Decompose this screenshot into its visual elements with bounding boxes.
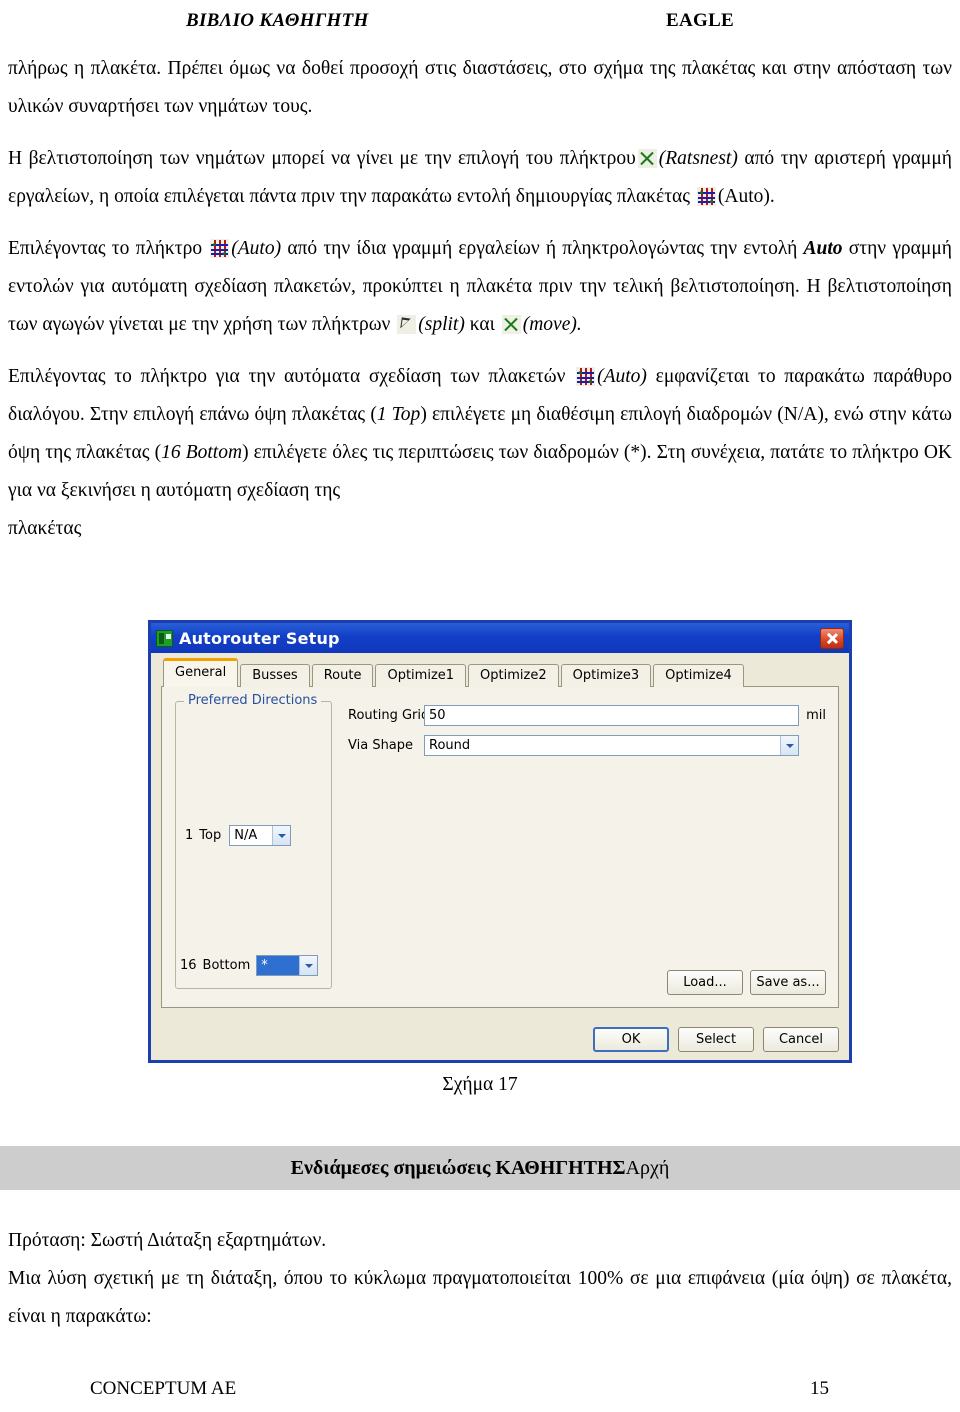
via-shape-select[interactable]: Round <box>424 735 800 756</box>
paragraph-4: Επιλέγοντας το πλήκτρο για την αυτόματα … <box>8 366 953 501</box>
close-icon[interactable] <box>820 627 844 649</box>
section-banner-strong: Ενδιάμεσες σημειώσεις ΚΑΘΗΓΗΤΗΣ <box>290 1156 626 1179</box>
layer-bottom-direction-select[interactable]: * <box>256 955 319 976</box>
section-banner: Ενδιάμεσες σημειώσεις ΚΑΘΗΓΗΤΗΣ Αρχή <box>0 1146 960 1190</box>
select-button[interactable]: Select <box>678 1027 754 1052</box>
save-as-button[interactable]: Save as... <box>750 970 826 995</box>
running-head: ΒΙΒΛΙΟ ΚΑΘΗΓΗΤΗ EAGLE <box>0 10 960 34</box>
page-footer: CONCEPTUM AE 15 <box>0 1378 960 1404</box>
layer-row-bottom: 16 Bottom * <box>180 955 319 976</box>
tab-optimize4[interactable]: Optimize4 <box>653 664 744 687</box>
general-fields: Routing Grid 50 mil Via Shape Round mil <box>348 705 826 765</box>
auto-icon <box>576 367 596 386</box>
paragraph-1: πλήρως η πλακέτα. Πρέπει όμως να δοθεί π… <box>8 58 952 117</box>
dialog-body: General Busses Route Optimize1 Optimize2… <box>151 653 849 1060</box>
move-icon <box>501 315 521 334</box>
section-banner-rest: Αρχή <box>625 1156 670 1179</box>
body-text: πλήρως η πλακέτα. Πρέπει όμως να δοθεί π… <box>8 50 952 548</box>
load-save-buttons: Load... Save as... <box>667 970 826 995</box>
figure-caption: Σχήμα 17 <box>442 1074 518 1095</box>
layer-bottom-value: * <box>257 956 300 975</box>
layer-number: 1 <box>185 828 194 843</box>
tail-paragraph-1: Πρόταση: Σωστή Διάταξη εξαρτημάτων. <box>8 1230 327 1251</box>
via-shape-value: Round <box>429 738 471 753</box>
via-shape-label: Via Shape <box>348 738 414 753</box>
chevron-down-icon[interactable] <box>780 736 799 755</box>
via-shape-row: Via Shape Round mil <box>348 735 826 756</box>
routing-grid-row: Routing Grid 50 mil <box>348 705 826 726</box>
tab-route[interactable]: Route <box>311 664 374 687</box>
layer-name: Bottom <box>202 958 251 973</box>
routing-grid-label: Routing Grid <box>348 708 430 723</box>
tab-optimize3[interactable]: Optimize3 <box>560 664 652 687</box>
dialog-action-buttons: OK Select Cancel <box>593 1027 839 1052</box>
tab-busses[interactable]: Busses <box>240 664 310 687</box>
cancel-button[interactable]: Cancel <box>763 1027 839 1052</box>
chevron-down-icon[interactable] <box>272 826 291 845</box>
routing-grid-unit: mil <box>806 708 826 723</box>
autorouter-icon <box>156 629 173 647</box>
tail-text: Πρόταση: Σωστή Διάταξη εξαρτημάτων. Μια … <box>8 1222 952 1336</box>
running-head-right: EAGLE <box>666 10 735 31</box>
preferred-directions-group: Preferred Directions 1 Top N/A 16 Bottom <box>175 693 332 989</box>
tail-paragraph-2: Μια λύση σχετική με τη διάταξη, όπου το … <box>8 1268 952 1327</box>
paragraph-3: Επιλέγοντας το πλήκτρο (Auto) από την ίδ… <box>8 238 952 335</box>
dialog-titlebar[interactable]: Autorouter Setup <box>151 623 849 653</box>
group-legend: Preferred Directions <box>184 693 322 708</box>
tab-panel-general: Preferred Directions 1 Top N/A 16 Bottom <box>161 686 839 1008</box>
ok-button[interactable]: OK <box>593 1027 669 1052</box>
auto-icon <box>210 239 230 258</box>
auto-icon <box>696 187 716 206</box>
layer-row-top: 1 Top N/A <box>185 825 292 846</box>
tab-optimize1[interactable]: Optimize1 <box>375 664 467 687</box>
layer-top-direction-select[interactable]: N/A <box>229 825 292 846</box>
chevron-down-icon[interactable] <box>299 956 318 975</box>
load-button[interactable]: Load... <box>667 970 743 995</box>
layer-name: Top <box>199 828 222 843</box>
autorouter-setup-dialog[interactable]: Autorouter Setup General Busses Route Op… <box>148 620 852 1063</box>
ratsnest-icon <box>637 149 657 168</box>
layer-number: 16 <box>180 958 197 973</box>
running-head-left: ΒΙΒΛΙΟ ΚΑΘΗΓΗΤΗ <box>186 10 369 31</box>
tab-optimize2[interactable]: Optimize2 <box>468 664 559 687</box>
tab-general[interactable]: General <box>163 658 239 687</box>
paragraph-2: Η βελτιστοποίηση των νημάτων μπορεί να γ… <box>8 148 952 207</box>
routing-grid-input[interactable]: 50 <box>424 705 800 726</box>
layer-top-value: N/A <box>234 828 258 843</box>
paragraph-4-tail: πλακέτας <box>8 518 82 539</box>
footer-page-number: 15 <box>810 1378 829 1399</box>
footer-company: CONCEPTUM AE <box>90 1378 237 1399</box>
split-icon <box>397 315 417 334</box>
tab-bar[interactable]: General Busses Route Optimize1 Optimize2… <box>163 658 839 687</box>
document-page: ΒΙΒΛΙΟ ΚΑΘΗΓΗΤΗ EAGLE πλήρως η πλακέτα. … <box>0 0 960 1412</box>
dialog-title: Autorouter Setup <box>179 628 340 648</box>
